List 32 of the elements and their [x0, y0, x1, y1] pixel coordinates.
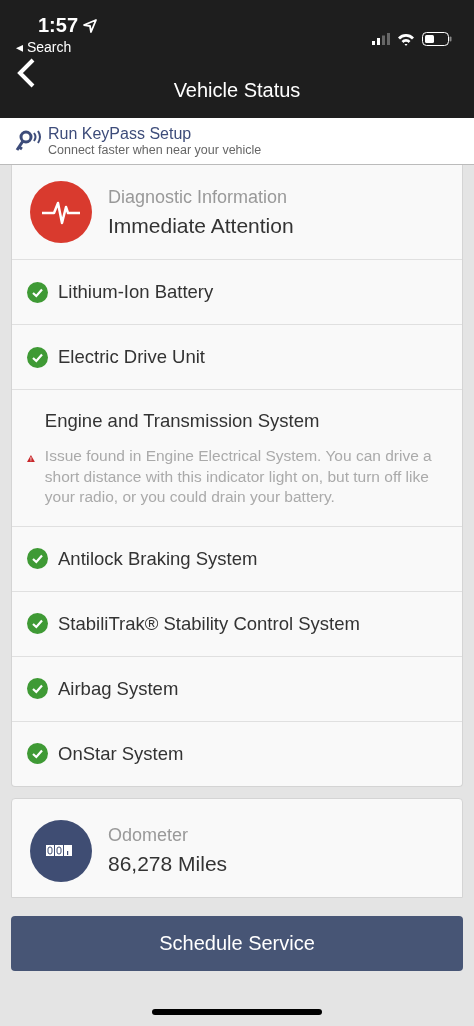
keypass-subtitle: Connect faster when near your vehicle	[48, 143, 262, 157]
back-icon[interactable]	[16, 58, 36, 88]
odometer-value: 86,278 Miles	[108, 852, 228, 876]
check-icon	[27, 281, 48, 303]
system-name: Lithium-Ion Battery	[58, 281, 214, 303]
diagnostic-label: Diagnostic Information	[108, 186, 289, 208]
check-icon	[27, 678, 48, 699]
system-name: Antilock Braking System	[58, 547, 258, 570]
check-icon	[27, 613, 48, 634]
signal-icon	[372, 33, 390, 45]
system-name: StabiliTrak® Stability Control System	[58, 612, 360, 635]
back-to-search-link[interactable]: ◂ Search	[16, 39, 99, 55]
check-icon	[27, 743, 48, 764]
page-title: Vehicle Status	[173, 78, 301, 102]
odometer-label: Odometer	[108, 825, 190, 846]
heartbeat-icon	[30, 181, 92, 243]
status-time: 1:57	[38, 14, 79, 37]
diagnostic-status: Immediate Attention	[108, 213, 294, 238]
battery-icon	[422, 32, 452, 46]
schedule-service-button[interactable]: Schedule Service	[11, 916, 463, 971]
system-name: OnStar System	[58, 742, 184, 765]
check-icon	[27, 548, 48, 569]
system-detail: Issue found in Engine Electrical System. You can drive a short distance with this indicator light on, but turn off like your radio, or you could drain your battery.	[44, 446, 433, 507]
system-name: Airbag System	[58, 677, 179, 700]
keypass-banner[interactable]: Run KeyPass Setup Connect faster when near your vehicle	[0, 118, 474, 165]
wifi-icon	[397, 32, 415, 46]
odometer-icon	[30, 819, 92, 882]
system-name: Electric Drive Unit	[58, 346, 205, 368]
system-name: Engine and Transmission System	[44, 410, 321, 432]
location-arrow-icon	[82, 17, 99, 34]
check-icon	[27, 346, 48, 368]
keypass-title: Run KeyPass Setup	[48, 125, 193, 143]
